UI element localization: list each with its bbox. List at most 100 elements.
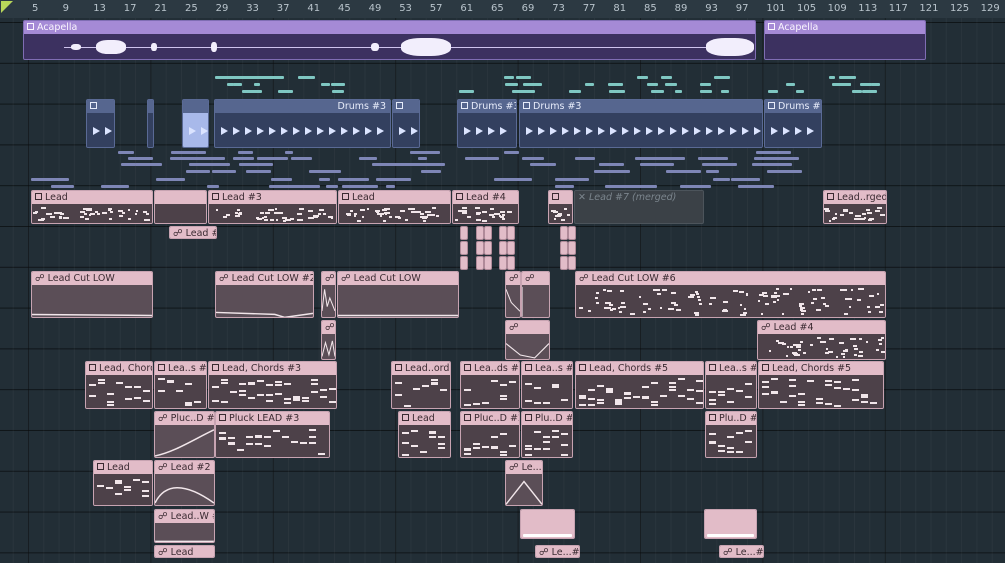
automation-clip-lead-cut-low-6[interactable]: ☍ Lead Cut LOW #6 bbox=[575, 271, 886, 318]
automation-clip-lead-w-2[interactable]: ☍ Lead..W #2 bbox=[154, 509, 215, 543]
pattern-clip-lead-3[interactable]: Lead #3 bbox=[208, 190, 337, 224]
pattern-clip-pluck-4[interactable]: Plu..D #4 bbox=[521, 411, 573, 458]
automation-clip-lead-cut-low-2[interactable]: ☍ Lead Cut LOW #2 bbox=[215, 271, 314, 318]
pattern-clip-lead[interactable]: Lead bbox=[398, 411, 451, 458]
pattern-clip-lead-7-merged[interactable]: ✕ Lead #7 (merged) bbox=[574, 190, 704, 224]
pattern-clip-lead-chords-4[interactable]: Lea..s #4 bbox=[521, 361, 573, 409]
audio-clip-acapella[interactable]: Acapella bbox=[764, 20, 926, 60]
pattern-clip-lead[interactable] bbox=[154, 190, 207, 224]
playlist-corner-icon[interactable] bbox=[1, 1, 13, 13]
automation-clip-lead-2[interactable]: ☍ Le...#2 bbox=[719, 545, 764, 558]
pattern-clip-icon bbox=[396, 102, 403, 109]
note-strip bbox=[135, 163, 162, 166]
pattern-clip-block[interactable] bbox=[560, 226, 568, 240]
pattern-clip-icon bbox=[552, 193, 559, 200]
pattern-clip-icon bbox=[342, 193, 349, 200]
pattern-clip-block[interactable] bbox=[568, 256, 576, 270]
pattern-clip-block[interactable] bbox=[460, 256, 468, 270]
pattern-clip-icon bbox=[158, 364, 165, 371]
pattern-clip-drums[interactable]: Drums #3 bbox=[764, 99, 822, 148]
pattern-clip-drums[interactable]: Drums #3 bbox=[519, 99, 763, 148]
audio-clip-acapella[interactable]: Acapella bbox=[23, 20, 756, 60]
automation-clip-lead-2[interactable]: ☍ Lead #2 bbox=[169, 226, 217, 239]
pattern-clip-block[interactable] bbox=[484, 226, 492, 240]
automation-clip-lead-2[interactable]: ☍ Le...#2 bbox=[535, 545, 580, 558]
pattern-clip-block[interactable] bbox=[476, 226, 484, 240]
automation-clip-lead-cut-low[interactable]: ☍ Lead Cut LOW bbox=[337, 271, 459, 318]
pattern-clip-block[interactable] bbox=[568, 241, 576, 255]
pattern-clip-lead-chords-4[interactable]: Lea..ds #4 bbox=[460, 361, 520, 409]
automation-clip-lead-4[interactable]: ☍ Lead #4 bbox=[757, 320, 886, 360]
pattern-clip-lead[interactable]: Lead bbox=[93, 460, 153, 506]
automation-clip-lead-2[interactable]: ☍ Lead #2 bbox=[154, 460, 215, 506]
pattern-clip-drums[interactable] bbox=[392, 99, 420, 148]
automation-clip[interactable]: ☍ bbox=[505, 271, 521, 318]
pattern-clip-block[interactable] bbox=[499, 241, 507, 255]
clip-label: Lead bbox=[170, 547, 194, 558]
automation-clip[interactable]: ☍ bbox=[505, 320, 550, 360]
pattern-clip-block[interactable] bbox=[476, 241, 484, 255]
pattern-clip-lead-merged[interactable]: Lead..rged bbox=[823, 190, 887, 224]
timeline-ruler[interactable]: 5 9 13 17 21 25 29 33 37 41 45 49 53 57 61 65 69 73 77 81 85… bbox=[0, 0, 1005, 19]
note-strip bbox=[634, 157, 660, 160]
audio-clip-icon bbox=[27, 23, 34, 30]
automation-clip-pluck-2[interactable]: ☍ Pluc..D #2 bbox=[154, 411, 215, 458]
pattern-clip-lead[interactable]: Lead bbox=[31, 190, 153, 224]
automation-clip[interactable]: ☍ bbox=[321, 271, 336, 318]
pattern-clip-block[interactable] bbox=[507, 241, 515, 255]
pattern-clip-block[interactable] bbox=[499, 226, 507, 240]
pattern-clip-pluck-2[interactable]: Pluc..D #2 bbox=[460, 411, 520, 458]
pattern-clip-block[interactable] bbox=[476, 256, 484, 270]
pattern-clip-block[interactable] bbox=[507, 226, 515, 240]
pattern-clip[interactable] bbox=[520, 509, 575, 539]
pattern-clip-lead-chords-5[interactable]: Lead, Chords #5 bbox=[758, 361, 884, 409]
ruler-bar-number: 5 bbox=[32, 3, 39, 14]
close-icon[interactable]: ✕ bbox=[578, 192, 589, 203]
pattern-clip-lead-chords-3[interactable]: Lead, Chords #3 bbox=[208, 361, 337, 409]
pattern-clip-drums[interactable]: Drums #3 bbox=[457, 99, 517, 148]
pattern-clip-drums[interactable] bbox=[182, 99, 209, 148]
pattern-clip-icon bbox=[35, 193, 42, 200]
pattern-clip-drums[interactable]: Drums #3 bbox=[214, 99, 391, 148]
pattern-clip-block[interactable] bbox=[507, 256, 515, 270]
pattern-clip-block[interactable] bbox=[460, 226, 468, 240]
note-strip bbox=[521, 90, 535, 93]
pattern-clip-lead-chords[interactable]: Lead, Chords bbox=[85, 361, 153, 409]
pattern-clip-lead-4[interactable]: Lead #4 bbox=[452, 190, 519, 224]
automation-clip-lead-3[interactable]: ☍ Le...3 bbox=[505, 460, 543, 506]
ruler-bar-number: 117 bbox=[888, 3, 908, 14]
pattern-clip-lead-chords-5[interactable]: Lead, Chords #5 bbox=[575, 361, 704, 409]
ruler-bar-number: 101 bbox=[766, 3, 786, 14]
automation-clip-lead-cut-low[interactable]: ☍ Lead Cut LOW bbox=[31, 271, 153, 318]
pattern-clip-block[interactable] bbox=[560, 241, 568, 255]
pattern-clip-lead[interactable] bbox=[548, 190, 573, 224]
pattern-clip-pluck-lead-3[interactable]: Pluck LEAD #3 bbox=[215, 411, 330, 458]
automation-icon: ☍ bbox=[325, 273, 335, 284]
pattern-clip-block[interactable] bbox=[568, 226, 576, 240]
pattern-clip-icon bbox=[827, 193, 834, 200]
note-strip bbox=[665, 170, 702, 173]
pattern-clip-lead[interactable]: Lead bbox=[338, 190, 451, 224]
pattern-clip-lead-chords[interactable]: Lead..ords bbox=[391, 361, 451, 409]
pattern-clip-drums[interactable] bbox=[147, 99, 154, 148]
note-strip bbox=[554, 178, 589, 181]
ruler-bar-number: 65 bbox=[491, 3, 504, 14]
note-strip bbox=[410, 151, 427, 154]
note-strip bbox=[598, 163, 624, 166]
pattern-clip-block[interactable] bbox=[499, 256, 507, 270]
pattern-clip-block[interactable] bbox=[560, 256, 568, 270]
pattern-clip-icon bbox=[402, 414, 409, 421]
automation-clip[interactable]: ☍ bbox=[321, 320, 336, 360]
pattern-clip-lead-chords-4[interactable]: Lea..s #4 bbox=[705, 361, 757, 409]
automation-clip[interactable]: ☍ bbox=[521, 271, 550, 318]
pattern-clip-lead[interactable]: ☍ Lead bbox=[154, 545, 215, 558]
note-strip bbox=[375, 178, 411, 181]
pattern-clip-drums[interactable] bbox=[86, 99, 115, 148]
pattern-clip-block[interactable] bbox=[460, 241, 468, 255]
pattern-clip-block[interactable] bbox=[484, 241, 492, 255]
pattern-clip-pluck-4[interactable]: Plu..D #4 bbox=[705, 411, 757, 458]
pattern-clip[interactable] bbox=[704, 509, 757, 539]
pattern-clip-block[interactable] bbox=[484, 256, 492, 270]
pattern-clip-lead-chords-2[interactable]: Lea..s #2 bbox=[154, 361, 207, 409]
clip-label: Lead #4 bbox=[466, 192, 506, 203]
